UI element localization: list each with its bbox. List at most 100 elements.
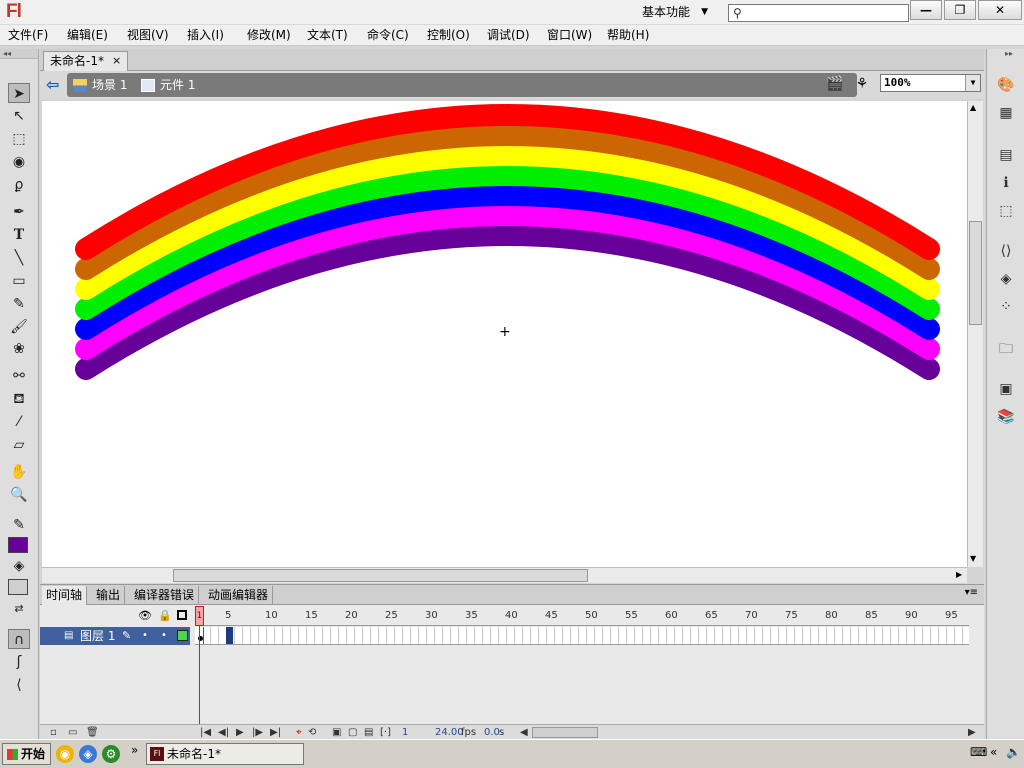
menu-window[interactable]: 窗口(W) bbox=[547, 27, 592, 43]
go-first-frame-icon[interactable]: |◀ bbox=[200, 725, 211, 740]
scroll-left-icon[interactable]: ◀ bbox=[520, 725, 528, 740]
scroll-down-icon[interactable]: ▼ bbox=[970, 554, 976, 563]
layer-name-cell[interactable]: ▤ 图层 1 ✎ • • bbox=[40, 627, 190, 645]
menu-file[interactable]: 文件(F) bbox=[8, 27, 48, 43]
lock-dot-icon[interactable]: • bbox=[161, 627, 167, 645]
snap-magnet-icon[interactable]: ∩ bbox=[8, 629, 30, 649]
straighten-icon[interactable]: ⟨ bbox=[8, 675, 30, 695]
rectangle-icon[interactable]: ▭ bbox=[8, 271, 30, 291]
frames-strip[interactable] bbox=[195, 627, 969, 645]
timeline-scroll-thumb[interactable] bbox=[532, 727, 598, 738]
smooth-icon[interactable]: ʃ bbox=[8, 652, 30, 672]
restore-button[interactable]: ❐ bbox=[944, 0, 976, 20]
new-layer-icon[interactable]: ▫ bbox=[50, 725, 57, 740]
project-icon[interactable]: 🗀 bbox=[996, 339, 1016, 359]
swap-colors-icon[interactable]: ⇄ bbox=[8, 599, 30, 619]
menu-commands[interactable]: 命令(C) bbox=[367, 27, 409, 43]
browser-icon[interactable]: ◉ bbox=[56, 745, 74, 763]
breadcrumb-scene[interactable]: 场景 1 bbox=[73, 77, 127, 93]
swatches-icon[interactable]: ▦ bbox=[996, 103, 1016, 123]
tab-timeline[interactable]: 时间轴 bbox=[42, 586, 88, 605]
chevron-down-icon[interactable]: ▼ bbox=[965, 75, 980, 91]
vertical-scrollbar[interactable]: ▲ ▼ bbox=[967, 101, 983, 567]
pen-icon[interactable]: ✒ bbox=[8, 202, 30, 222]
close-button[interactable]: ✕ bbox=[978, 0, 1022, 20]
step-forward-icon[interactable]: |▶ bbox=[252, 725, 263, 740]
stroke-color-swatch[interactable] bbox=[8, 537, 28, 553]
zoom-select[interactable]: 100% ▼ bbox=[880, 74, 981, 92]
horizontal-scroll-thumb[interactable] bbox=[173, 569, 588, 582]
brush-icon[interactable]: 🖌 bbox=[8, 317, 30, 337]
keyboard-icon[interactable]: ⌨ bbox=[970, 745, 987, 759]
layer-row[interactable]: ▤ 图层 1 ✎ • • bbox=[40, 627, 984, 645]
taskbar-item-flash[interactable]: 未命名-1* bbox=[146, 743, 304, 765]
eraser-icon[interactable]: ▱ bbox=[8, 435, 30, 455]
onion-outline-icon[interactable]: ▢ bbox=[348, 725, 357, 740]
frame-ruler[interactable]: 5 10 15 20 25 30 35 40 45 50 55 60 65 70… bbox=[195, 606, 969, 626]
3d-rotation-icon[interactable]: ◉ bbox=[8, 152, 30, 172]
menu-modify[interactable]: 修改(M) bbox=[247, 27, 291, 43]
close-icon[interactable]: × bbox=[112, 52, 121, 71]
search-input[interactable]: ⚲ bbox=[728, 4, 909, 22]
selection-tool-icon[interactable]: ➤ bbox=[8, 83, 30, 103]
tab-motion-editor[interactable]: 动画编辑器 bbox=[204, 586, 274, 605]
transform-icon[interactable]: ⬚ bbox=[996, 201, 1016, 221]
color-palette-icon[interactable]: 🎨 bbox=[996, 75, 1016, 95]
motion-presets-icon[interactable]: ⁘ bbox=[996, 297, 1016, 317]
panel-menu-icon[interactable]: ▾≡ bbox=[965, 587, 978, 598]
minimize-button[interactable]: — bbox=[910, 0, 942, 20]
edit-multiple-frames-icon[interactable]: ▤ bbox=[364, 725, 373, 740]
menu-text[interactable]: 文本(T) bbox=[307, 27, 348, 43]
playhead[interactable]: 1 bbox=[195, 606, 204, 731]
center-frame-icon[interactable]: ⌖ bbox=[296, 725, 302, 740]
back-arrow-icon[interactable]: ⇦ bbox=[46, 75, 59, 94]
speaker-icon[interactable]: 🔈 bbox=[1006, 745, 1021, 759]
text-icon[interactable]: T bbox=[8, 225, 30, 245]
library-icon[interactable]: 📚 bbox=[996, 407, 1016, 427]
loop-icon[interactable]: ⟲ bbox=[308, 725, 316, 740]
menu-help[interactable]: 帮助(H) bbox=[607, 27, 649, 43]
go-last-frame-icon[interactable]: ▶| bbox=[270, 725, 281, 740]
free-transform-icon[interactable]: ⬚ bbox=[8, 129, 30, 149]
pencil-icon[interactable]: ✎ bbox=[8, 294, 30, 314]
layer-outline-color[interactable] bbox=[177, 630, 188, 641]
play-icon[interactable]: ▶ bbox=[236, 725, 244, 740]
menu-edit[interactable]: 编辑(E) bbox=[67, 27, 108, 43]
zoom-icon[interactable]: 🔍 bbox=[8, 485, 30, 505]
step-back-icon[interactable]: ◀| bbox=[218, 725, 229, 740]
deco-icon[interactable]: ❀ bbox=[8, 339, 30, 359]
edit-symbols-icon[interactable]: ⚘ bbox=[852, 76, 872, 94]
taskbar-more[interactable]: » bbox=[131, 743, 138, 757]
menu-control[interactable]: 控制(O) bbox=[427, 27, 470, 43]
line-icon[interactable]: ╲ bbox=[8, 248, 30, 268]
hand-icon[interactable]: ✋ bbox=[8, 462, 30, 482]
modify-onion-markers-icon[interactable]: [·] bbox=[380, 725, 391, 740]
scroll-up-icon[interactable]: ▲ bbox=[970, 103, 976, 112]
onion-skin-icon[interactable]: ▣ bbox=[332, 725, 341, 740]
selected-frame[interactable] bbox=[226, 627, 233, 644]
document-tab[interactable]: 未命名-1* × bbox=[43, 51, 129, 71]
workspace-switcher[interactable]: 基本功能 ▼ bbox=[632, 2, 718, 22]
playhead-frame[interactable]: 1 bbox=[195, 606, 204, 626]
horizontal-scrollbar[interactable]: ▶ bbox=[42, 567, 967, 583]
eye-icon[interactable]: 👁 bbox=[138, 609, 152, 622]
lock-icon[interactable]: 🔒 bbox=[158, 609, 172, 622]
new-folder-icon[interactable]: ▭ bbox=[68, 725, 77, 740]
stage-canvas[interactable]: + bbox=[42, 101, 967, 567]
delete-layer-icon[interactable]: 🗑 bbox=[86, 725, 99, 740]
scroll-right-icon[interactable]: ▶ bbox=[968, 725, 976, 740]
bone-icon[interactable]: ⚯ bbox=[8, 366, 30, 386]
start-button[interactable]: 开始 bbox=[2, 743, 51, 765]
code-snippets-icon[interactable]: ⟨⟩ bbox=[996, 241, 1016, 261]
tray-expand-icon[interactable]: « bbox=[990, 745, 997, 759]
panel-expand-icon[interactable]: ▸▸ bbox=[1005, 49, 1013, 58]
scroll-right-icon[interactable]: ▶ bbox=[956, 570, 962, 579]
components-icon[interactable]: ◈ bbox=[996, 269, 1016, 289]
info-icon[interactable]: ℹ bbox=[996, 173, 1016, 193]
lasso-icon[interactable]: ϼ bbox=[8, 175, 30, 195]
tab-output[interactable]: 输出 bbox=[92, 586, 126, 605]
settings-icon[interactable]: ⚙ bbox=[102, 745, 120, 763]
breadcrumb-symbol[interactable]: 元件 1 bbox=[141, 77, 195, 93]
eyedropper-icon[interactable]: ⁄ bbox=[8, 412, 30, 432]
vertical-scroll-thumb[interactable] bbox=[969, 221, 982, 325]
